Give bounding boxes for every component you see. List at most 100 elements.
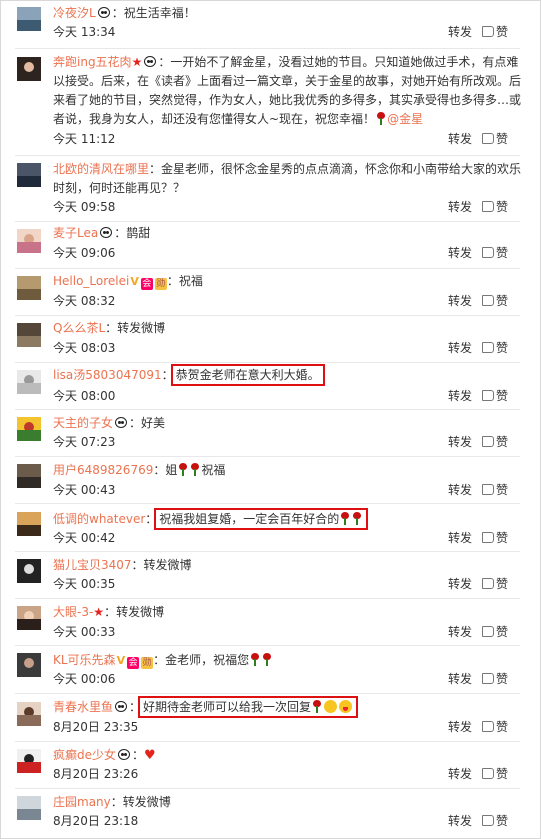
like-icon bbox=[482, 201, 494, 212]
comment-item: Hello_LoreleiV 会勋：祝福 今天 08:32 转发赞 bbox=[1, 269, 540, 316]
repost-button[interactable]: 转发 bbox=[448, 623, 472, 640]
mention-link[interactable]: @金星 bbox=[387, 112, 423, 126]
like-button[interactable]: 赞 bbox=[482, 244, 520, 261]
avatar[interactable] bbox=[17, 370, 41, 394]
highlighted-text: 祝福我姐复婚，一定会百年好合的 bbox=[154, 508, 369, 530]
smile-emoji-icon bbox=[324, 700, 338, 713]
like-button[interactable]: 赞 bbox=[482, 292, 520, 309]
like-button[interactable]: 赞 bbox=[482, 623, 520, 640]
username-link[interactable]: 低调的whatever bbox=[53, 512, 145, 526]
panda-emoji-icon bbox=[115, 701, 128, 712]
like-button[interactable]: 赞 bbox=[482, 130, 520, 147]
username-link[interactable]: KL可乐先森 bbox=[53, 653, 116, 667]
like-button[interactable]: 赞 bbox=[482, 670, 520, 687]
repost-button[interactable]: 转发 bbox=[448, 481, 472, 498]
avatar[interactable] bbox=[17, 749, 41, 773]
repost-button[interactable]: 转发 bbox=[448, 529, 472, 546]
avatar[interactable] bbox=[17, 796, 41, 820]
comment-time: 今天 00:06 bbox=[53, 672, 116, 686]
like-button[interactable]: 赞 bbox=[482, 765, 520, 782]
username-link[interactable]: lisa汤5803047091 bbox=[53, 368, 162, 382]
like-button[interactable]: 赞 bbox=[482, 481, 520, 498]
like-button[interactable]: 赞 bbox=[482, 718, 520, 735]
like-icon bbox=[482, 133, 494, 144]
v-badge-icon: V bbox=[116, 654, 126, 667]
comment-item: 庄园many：转发微博 8月20日 23:18 转发赞 bbox=[1, 789, 540, 838]
panda-emoji-icon bbox=[118, 749, 131, 760]
avatar[interactable] bbox=[17, 653, 41, 677]
like-icon bbox=[482, 721, 494, 732]
username-link[interactable]: 麦子Lea bbox=[53, 226, 98, 240]
avatar[interactable] bbox=[17, 229, 41, 253]
highlighted-text: 好期待金老师可以给我一次回复 bbox=[138, 696, 359, 718]
repost-button[interactable]: 转发 bbox=[448, 198, 472, 215]
username-link[interactable]: Hello_Lorelei bbox=[53, 274, 129, 288]
avatar[interactable] bbox=[17, 606, 41, 630]
username-link[interactable]: 冷夜汐L bbox=[53, 6, 96, 20]
username-link[interactable]: Q么么茶L bbox=[53, 321, 105, 335]
repost-button[interactable]: 转发 bbox=[448, 718, 472, 735]
highlighted-text: 恭贺金老师在意大利大婚。 bbox=[170, 364, 325, 386]
username-link[interactable]: 天主的子女 bbox=[53, 416, 113, 430]
like-icon bbox=[482, 815, 494, 826]
username-link[interactable]: 庄园many bbox=[53, 795, 111, 809]
username-link[interactable]: 猫儿宝贝3407 bbox=[53, 558, 132, 572]
comment-item: 奔跑ing五花肉★ ：一开始不了解金星，没看过她的节目。只知道她做过手术，有点难以… bbox=[1, 49, 540, 156]
avatar[interactable] bbox=[17, 323, 41, 347]
username-link[interactable]: 奔跑ing五花肉 bbox=[53, 55, 132, 69]
avatar[interactable] bbox=[17, 702, 41, 726]
like-button[interactable]: 赞 bbox=[482, 23, 520, 40]
like-icon bbox=[482, 484, 494, 495]
repost-button[interactable]: 转发 bbox=[448, 292, 472, 309]
repost-button[interactable]: 转发 bbox=[448, 670, 472, 687]
repost-button[interactable]: 转发 bbox=[448, 812, 472, 829]
panda-emoji-icon bbox=[115, 417, 128, 428]
comment-text: 奔跑ing五花肉★ ：一开始不了解金星，没看过她的节目。只知道她做过手术，有点难以… bbox=[53, 55, 522, 126]
like-button[interactable]: 赞 bbox=[482, 433, 520, 450]
repost-button[interactable]: 转发 bbox=[448, 387, 472, 404]
rose-emoji-icon bbox=[250, 653, 260, 666]
avatar[interactable] bbox=[17, 276, 41, 300]
avatar[interactable] bbox=[17, 163, 41, 187]
username-link[interactable]: 用户6489826769 bbox=[53, 463, 153, 477]
like-icon bbox=[482, 295, 494, 306]
repost-button[interactable]: 转发 bbox=[448, 23, 472, 40]
repost-button[interactable]: 转发 bbox=[448, 244, 472, 261]
member-badge-icon: 会 bbox=[140, 278, 153, 290]
comment-text: lisa汤5803047091： 恭贺金老师在意大利大婚。 bbox=[53, 364, 325, 386]
avatar[interactable] bbox=[17, 7, 41, 31]
like-button[interactable]: 赞 bbox=[482, 812, 520, 829]
repost-button[interactable]: 转发 bbox=[448, 433, 472, 450]
comment-item: 疯癫de少女 ：♥ 8月20日 23:26 转发赞 bbox=[1, 742, 540, 789]
repost-button[interactable]: 转发 bbox=[448, 765, 472, 782]
avatar[interactable] bbox=[17, 559, 41, 583]
like-button[interactable]: 赞 bbox=[482, 339, 520, 356]
username-link[interactable]: 大眼-3- bbox=[53, 605, 93, 619]
comment-item: 北欧的清风在哪里：金星老师，很怀念金星秀的点点滴滴，怀念你和小南带给大家的欢乐时… bbox=[1, 156, 540, 222]
comment-text: 青春水里鱼：好期待金老师可以给我一次回复 bbox=[53, 696, 523, 718]
star-badge-icon: ★ bbox=[131, 55, 143, 69]
avatar[interactable] bbox=[17, 512, 41, 536]
like-icon bbox=[482, 247, 494, 258]
like-button[interactable]: 赞 bbox=[482, 529, 520, 546]
comment-time: 今天 07:23 bbox=[53, 435, 116, 449]
comment-time: 8月20日 23:18 bbox=[53, 814, 139, 828]
repost-button[interactable]: 转发 bbox=[448, 575, 472, 592]
username-link[interactable]: 北欧的清风在哪里 bbox=[53, 162, 149, 176]
like-button[interactable]: 赞 bbox=[482, 198, 520, 215]
rose-emoji-icon bbox=[312, 700, 322, 713]
avatar[interactable] bbox=[17, 417, 41, 441]
like-button[interactable]: 赞 bbox=[482, 575, 520, 592]
rose-emoji-icon bbox=[352, 512, 362, 525]
username-link[interactable]: 疯癫de少女 bbox=[53, 748, 116, 762]
avatar[interactable] bbox=[17, 57, 41, 81]
comment-text: 天主的子女 ：好美 bbox=[53, 416, 166, 430]
repost-button[interactable]: 转发 bbox=[448, 130, 472, 147]
like-icon bbox=[482, 436, 494, 447]
comment-time: 今天 09:58 bbox=[53, 200, 116, 214]
like-button[interactable]: 赞 bbox=[482, 387, 520, 404]
avatar[interactable] bbox=[17, 464, 41, 488]
username-link[interactable]: 青春水里鱼 bbox=[53, 700, 113, 714]
repost-button[interactable]: 转发 bbox=[448, 339, 472, 356]
like-icon bbox=[482, 532, 494, 543]
